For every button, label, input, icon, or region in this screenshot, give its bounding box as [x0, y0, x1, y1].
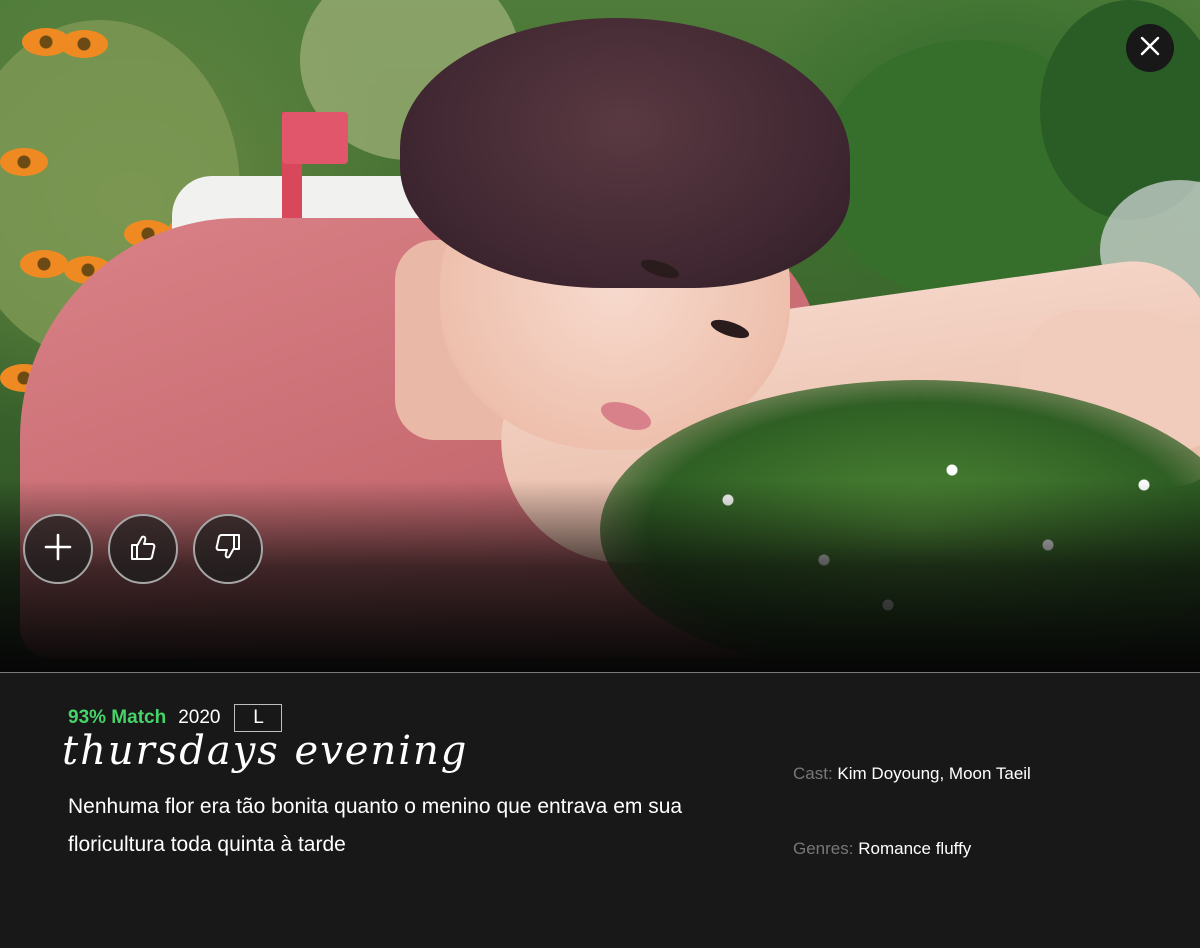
- cast-line: Cast: Kim Doyoung, Moon Taeil: [793, 764, 1031, 784]
- genres-line: Genres: Romance fluffy: [793, 839, 971, 859]
- genres-label: Genres:: [793, 839, 854, 858]
- like-button[interactable]: [108, 514, 178, 584]
- title-logo-text: thursdays evening: [62, 728, 469, 774]
- title-detail-modal: 93% Match 2020 L thursdays evening Nenhu…: [0, 0, 1200, 948]
- synopsis: Nenhuma flor era tão bonita quanto o men…: [68, 795, 683, 856]
- divider: [0, 672, 1200, 673]
- plus-icon: [43, 532, 73, 567]
- dislike-button[interactable]: [193, 514, 263, 584]
- cast-label: Cast:: [793, 764, 833, 783]
- hero-image: [0, 0, 1200, 673]
- genres-value: Romance fluffy: [858, 839, 972, 858]
- release-year: 2020: [178, 707, 221, 728]
- thumbs-down-icon: [213, 532, 243, 567]
- close-icon: [1139, 35, 1161, 62]
- add-to-list-button[interactable]: [23, 514, 93, 584]
- close-button[interactable]: [1126, 24, 1174, 72]
- match-score: 93% Match: [68, 707, 167, 728]
- cast-value: Kim Doyoung, Moon Taeil: [837, 764, 1031, 783]
- thumbs-up-icon: [128, 532, 158, 567]
